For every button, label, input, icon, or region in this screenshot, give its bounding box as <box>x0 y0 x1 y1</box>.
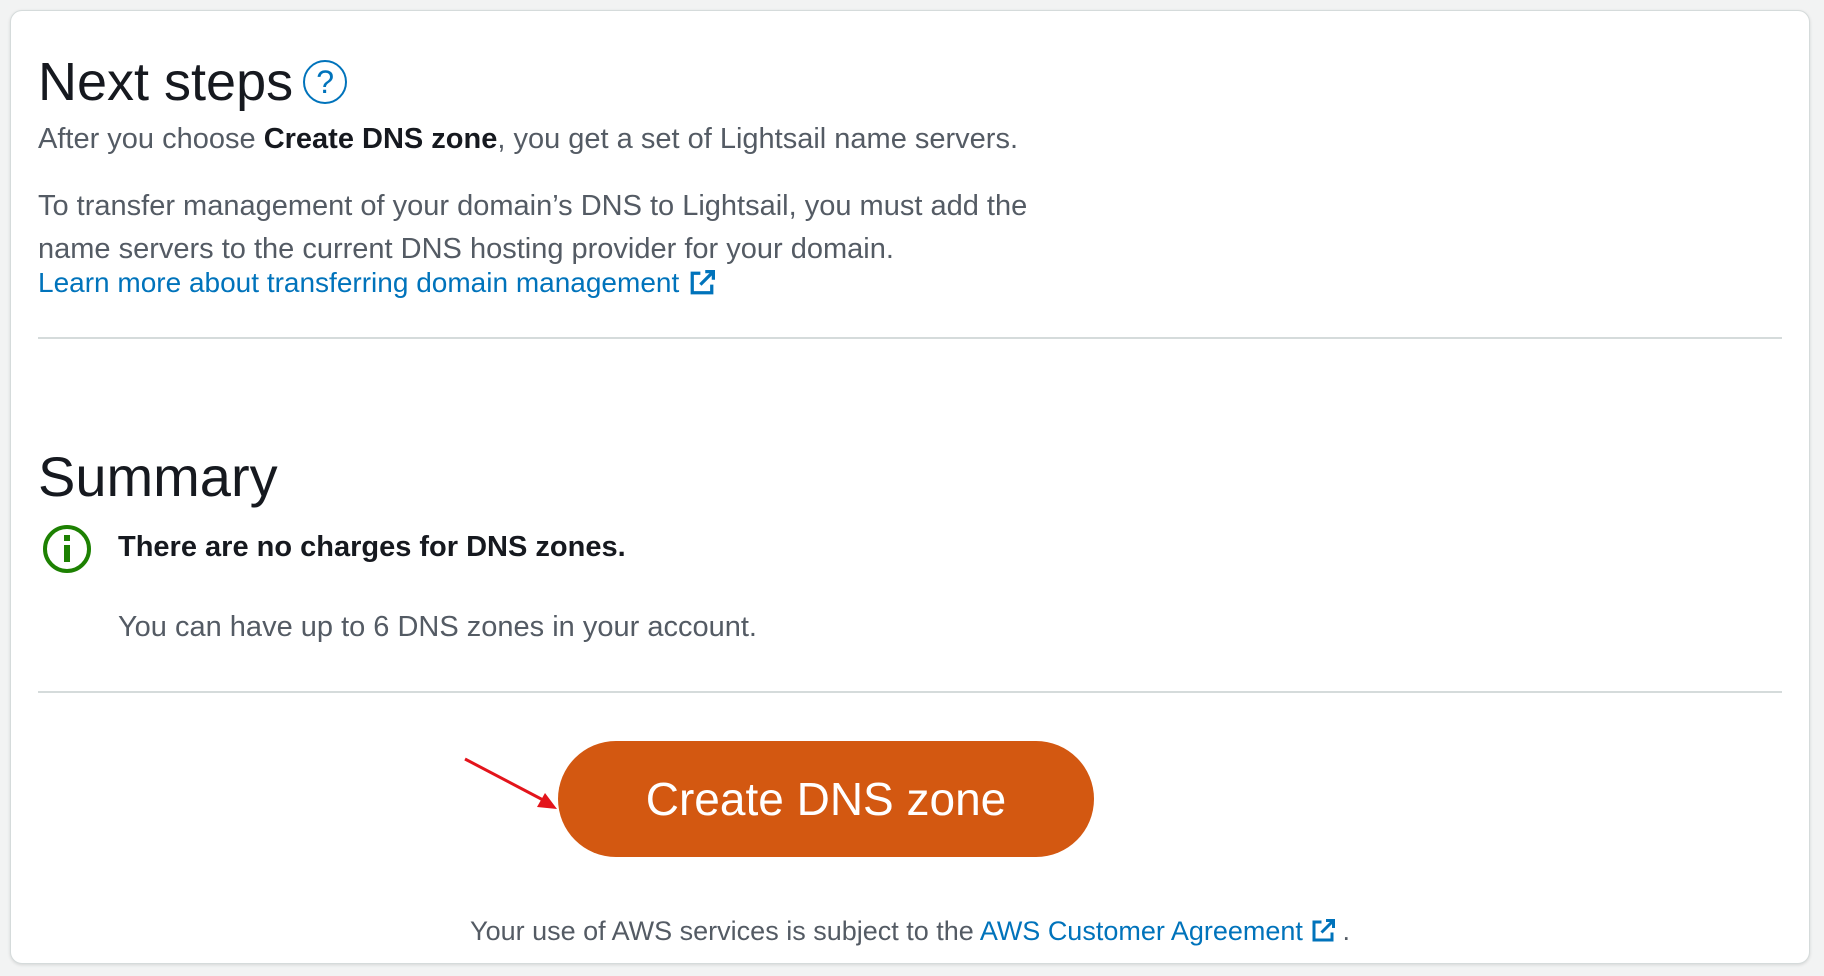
learn-more-link[interactable]: Learn more about transferring domain man… <box>38 263 716 303</box>
external-link-icon <box>1312 919 1335 942</box>
section-divider <box>38 337 1782 339</box>
aws-customer-agreement-link[interactable]: AWS Customer Agreement <box>980 916 1335 946</box>
next-steps-heading: Next steps ? <box>38 47 348 117</box>
arrow-icon <box>464 757 557 809</box>
summary-heading: Summary <box>38 445 278 508</box>
info-title: There are no charges for DNS zones. <box>118 531 626 563</box>
intro-text-bold: Create DNS zone <box>263 123 498 155</box>
section-divider <box>38 691 1782 693</box>
next-steps-title: Next steps <box>38 52 294 112</box>
external-link-icon <box>690 270 716 295</box>
footer-text: Your use of AWS services is subject to t… <box>11 911 1809 951</box>
intro-text: After you choose Create DNS zone, you ge… <box>38 115 1018 163</box>
footer-text-after: . <box>1334 916 1350 946</box>
help-icon[interactable]: ? <box>303 60 348 104</box>
learn-more-link-label[interactable]: Learn more about transferring domain man… <box>38 263 679 303</box>
aws-customer-agreement-label[interactable]: AWS Customer Agreement <box>980 916 1303 946</box>
create-dns-zone-button[interactable]: Create DNS zone <box>558 741 1094 857</box>
transfer-text-line1: To transfer management of your domain’s … <box>38 190 1028 222</box>
intro-text-before: After you choose <box>38 123 264 155</box>
intro-text-after: , you get a set of Lightsail name server… <box>497 123 1019 155</box>
info-body: You can have up to 6 DNS zones in your a… <box>118 611 757 643</box>
info-icon <box>43 525 91 573</box>
footer-text-before: Your use of AWS services is subject to t… <box>470 916 980 946</box>
next-steps-panel: Next steps ? After you choose Create DNS… <box>10 10 1810 964</box>
